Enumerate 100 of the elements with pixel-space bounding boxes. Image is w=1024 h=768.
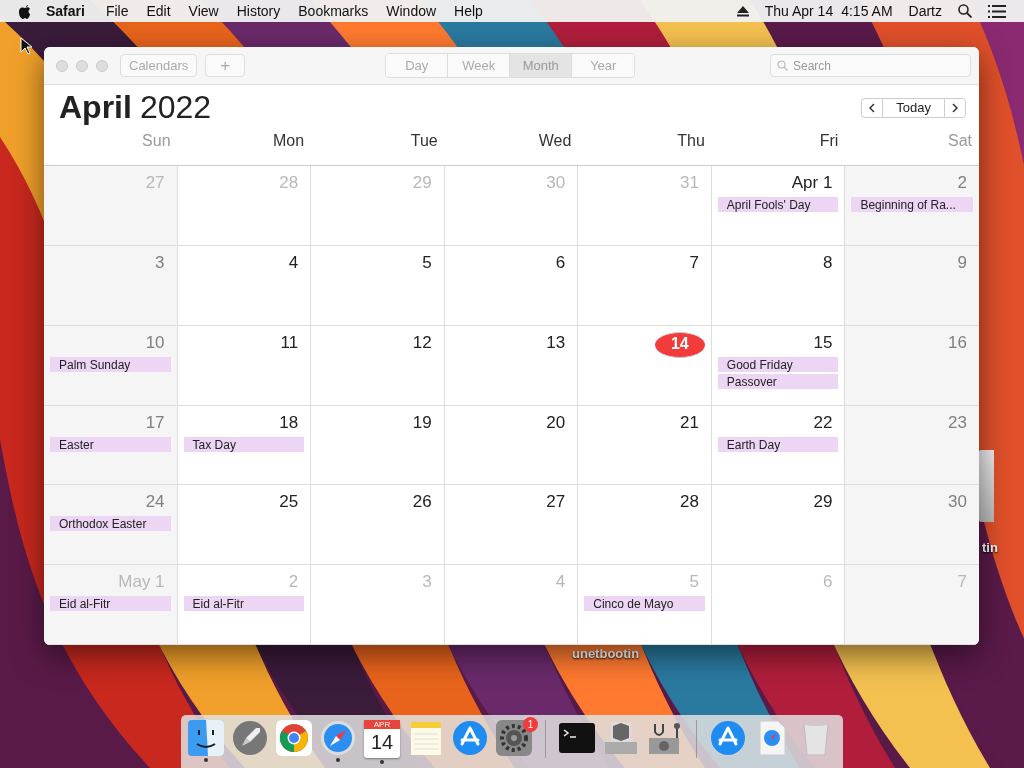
day-cell[interactable]: 5 Cinco de Mayo	[578, 565, 712, 645]
date-number: 11	[280, 331, 299, 354]
day-cell[interactable]: 20	[444, 405, 579, 486]
day-cell[interactable]: 4	[177, 245, 312, 326]
cursor-icon	[20, 37, 32, 55]
date-number: 4	[288, 251, 299, 274]
day-cell[interactable]: Apr 1 April Fools' Day	[711, 166, 846, 246]
day-cell[interactable]: 2 Eid al-Fitr	[177, 565, 312, 645]
compass-icon[interactable]	[320, 720, 356, 756]
date-number: 25	[279, 491, 299, 514]
day-cell[interactable]: 28	[578, 485, 712, 566]
event-chip[interactable]: Eid al-Fitr	[183, 596, 305, 612]
day-cell[interactable]: 13	[444, 325, 579, 406]
day-cell[interactable]: 10 Palm Sunday	[44, 325, 178, 406]
disk-stethoscope-icon[interactable]	[647, 720, 683, 756]
date-number: 10	[145, 331, 165, 354]
eject-icon[interactable]	[736, 5, 749, 17]
day-cell[interactable]: 16	[845, 325, 979, 406]
menu-item[interactable]: Edit	[137, 3, 180, 19]
event-chip[interactable]: Palm Sunday	[50, 356, 171, 372]
event-chip[interactable]: Passover	[717, 373, 839, 389]
event-chip[interactable]: Beginning of Ra...	[851, 197, 973, 212]
day-cell[interactable]: 6	[444, 245, 579, 326]
day-cell[interactable]: 2 Beginning of Ra...	[845, 166, 979, 246]
day-cell[interactable]: 7	[578, 245, 712, 326]
chrome-icon[interactable]	[276, 720, 312, 756]
date-number: 30	[546, 172, 566, 194]
event-chip[interactable]: Eid al-Fitr	[50, 596, 171, 612]
date-number: 20	[546, 411, 566, 434]
app-store-icon[interactable]	[710, 720, 746, 756]
date-number: 5	[422, 251, 432, 274]
drive-stack-icon[interactable]	[603, 720, 639, 756]
weekday-label: Sat	[947, 132, 972, 149]
date-number: 2	[288, 571, 299, 594]
day-cell[interactable]: 23	[845, 405, 979, 486]
date-number: 21	[679, 411, 699, 434]
event-chip[interactable]: Tax Day	[183, 436, 305, 452]
menu-item[interactable]: Help	[445, 3, 492, 19]
date-number: 27	[145, 172, 165, 194]
day-cell[interactable]: May 1 Eid al-Fitr	[44, 565, 178, 645]
calendar-app-icon[interactable]: APR 14	[364, 720, 400, 758]
date-number: 6	[822, 571, 833, 594]
day-cell[interactable]: 30	[845, 485, 979, 566]
date-number: 17	[145, 411, 165, 434]
date-number: May 1	[118, 571, 165, 594]
day-cell[interactable]: 11	[177, 325, 312, 406]
menu-item[interactable]: File	[96, 3, 138, 19]
event-chip[interactable]: Good Friday	[717, 356, 839, 372]
day-cell[interactable]: 14	[578, 325, 712, 406]
date-number: 6	[555, 251, 566, 274]
next-button[interactable]	[944, 97, 966, 118]
day-cell[interactable]: 22 Earth Day	[711, 405, 846, 486]
date-number: 22	[813, 411, 833, 434]
search-icon[interactable]	[958, 4, 972, 18]
menu-item[interactable]: History	[227, 3, 290, 19]
date-number: Apr 1	[791, 172, 833, 194]
day-cell[interactable]: 24 Orthodox Easter	[44, 485, 178, 566]
day-cell[interactable]: 26	[311, 485, 445, 566]
weekday-label: Sun	[142, 132, 171, 149]
date-number: 28	[679, 491, 699, 514]
month-title: April	[59, 89, 132, 126]
weekday-label: Tue	[410, 132, 438, 149]
previous-button[interactable]	[861, 97, 884, 118]
event-chip[interactable]: Orthodox Easter	[50, 516, 171, 532]
event-chip[interactable]: April Fools' Day	[717, 197, 839, 212]
day-cell[interactable]: 5	[311, 245, 445, 326]
clock-date[interactable]: Thu Apr 14	[764, 3, 834, 19]
event-chip[interactable]: Easter	[50, 436, 171, 452]
clock-time[interactable]: 4:15 AM	[841, 3, 893, 19]
apple-icon[interactable]	[18, 3, 32, 19]
day-cell[interactable]: 19	[311, 405, 445, 486]
date-number: 31	[679, 172, 699, 194]
day-cell[interactable]: 25	[177, 485, 312, 566]
day-cell[interactable]: 27	[444, 485, 579, 566]
day-cell[interactable]: 12	[311, 325, 445, 406]
day-cell[interactable]: 3	[44, 245, 178, 326]
gear-icon[interactable]	[496, 720, 532, 756]
today-button[interactable]: Today	[883, 97, 944, 118]
event-chip[interactable]: Earth Day	[717, 436, 839, 452]
day-cell[interactable]: 21	[578, 405, 712, 486]
event-chip[interactable]: Cinco de Mayo	[584, 596, 705, 612]
date-number: 23	[948, 411, 967, 434]
app-menu[interactable]: Safari	[32, 3, 97, 19]
day-cell[interactable]: 9	[845, 245, 979, 326]
weekday-label: Wed	[538, 132, 572, 149]
day-cell[interactable]: 15 Good Friday Passover	[711, 325, 846, 406]
menu-item[interactable]: View	[179, 3, 228, 19]
finder-face-icon[interactable]	[188, 720, 224, 756]
terminal-icon[interactable]	[559, 720, 595, 756]
search-field[interactable]: Search	[770, 54, 971, 77]
user-name[interactable]: Dartz	[908, 3, 942, 19]
menu-item[interactable]: Window	[377, 3, 446, 19]
weekday-label: Thu	[677, 132, 705, 149]
app-store-icon[interactable]	[452, 720, 488, 756]
day-cell[interactable]: 18 Tax Day	[177, 405, 312, 486]
menu-item[interactable]: Bookmarks	[289, 3, 378, 19]
date-number: 5	[689, 571, 699, 594]
day-cell[interactable]: 17 Easter	[44, 405, 178, 486]
list-icon[interactable]	[988, 4, 1006, 18]
date-number: 19	[412, 411, 432, 434]
